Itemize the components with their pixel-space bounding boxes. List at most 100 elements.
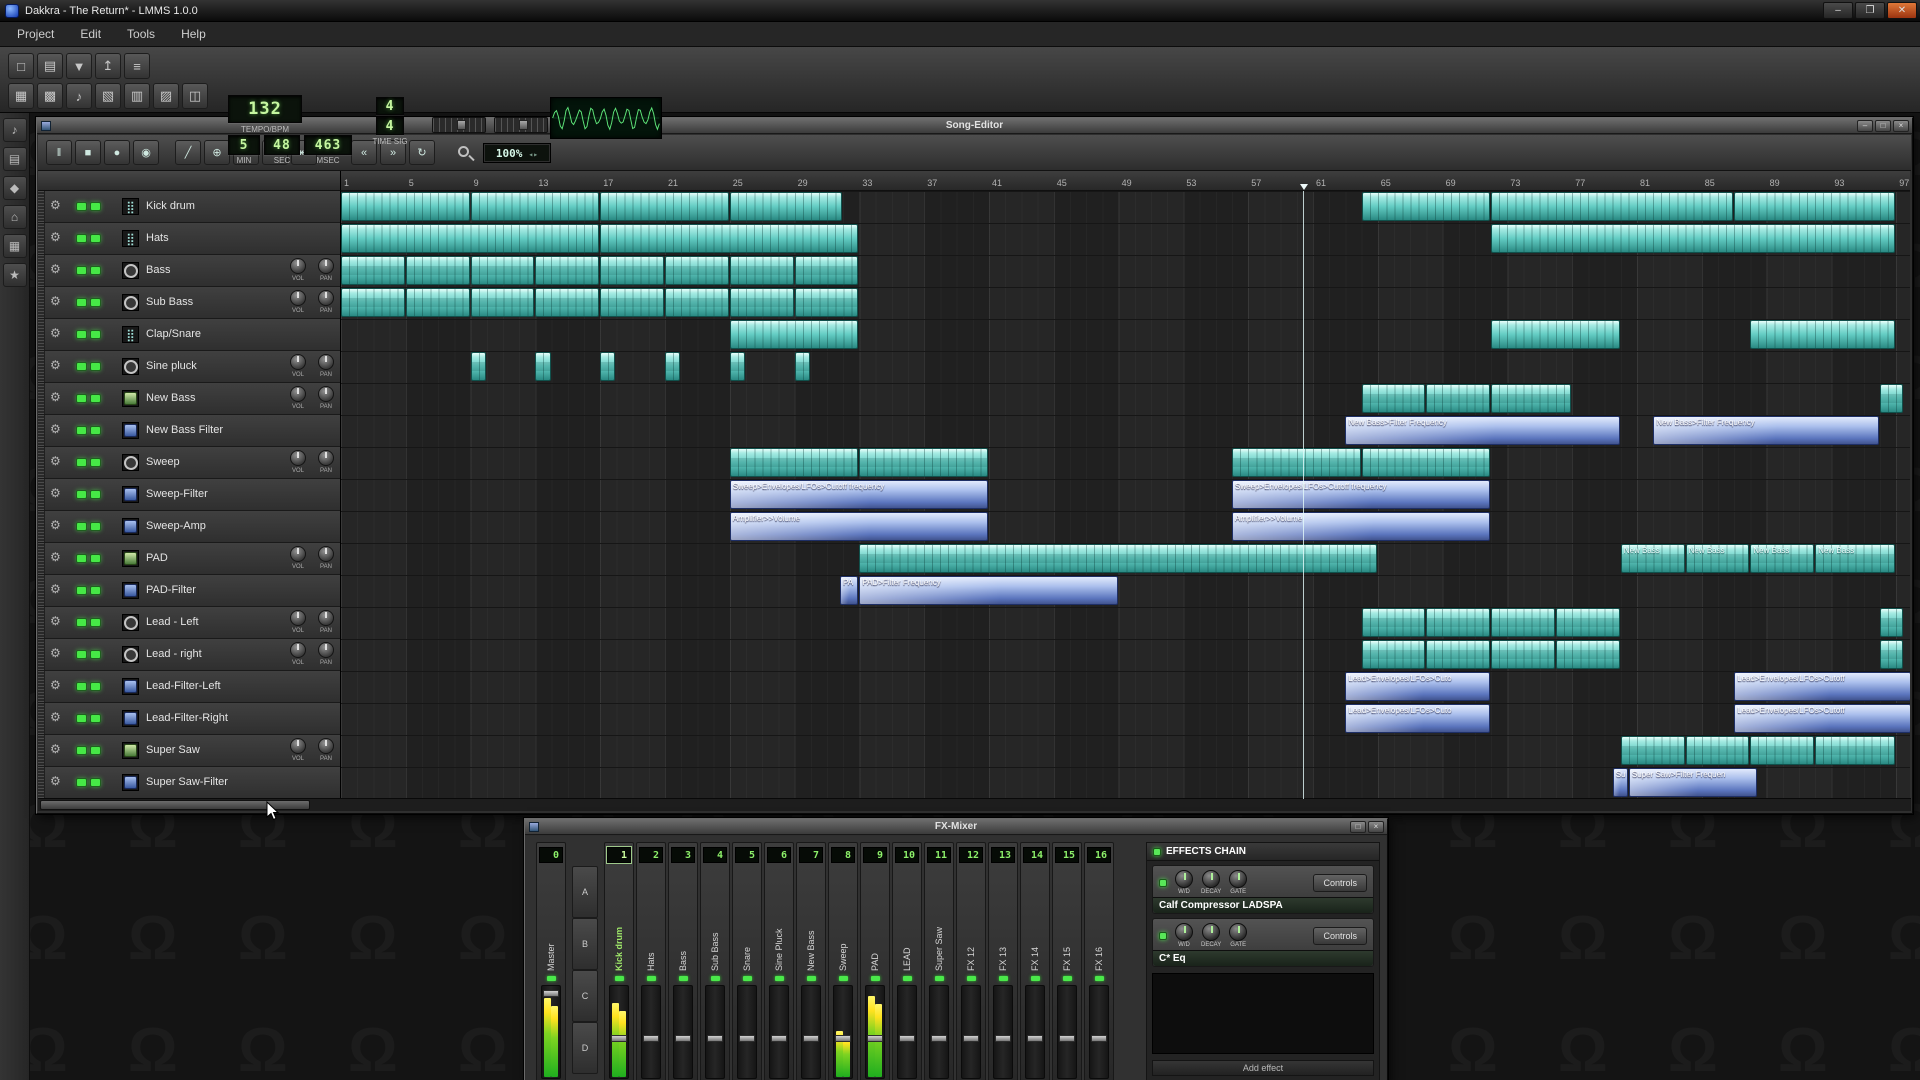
pattern[interactable] [535,288,600,317]
pattern[interactable] [1491,384,1572,413]
fx-mixer-titlebar[interactable]: FX-Mixer [525,819,1387,835]
channel-fader[interactable] [1057,985,1077,1079]
fader-handle[interactable] [803,1035,819,1043]
sidebar-presets-icon[interactable]: ◆ [2,176,27,200]
channel-fader[interactable] [929,985,949,1079]
track-grip[interactable] [38,287,45,318]
fx-mixer-button[interactable]: ▥ [124,83,150,109]
automation-pattern[interactable]: Super Saw>Filter Frequen [1628,768,1758,797]
pattern[interactable] [729,320,859,349]
record-button[interactable]: ● [104,140,130,165]
pattern[interactable] [405,256,470,285]
track-solo-led[interactable] [90,298,101,307]
controls-button[interactable]: Controls [1313,926,1367,945]
track-grip[interactable] [38,255,45,286]
track-row-bass[interactable]: ⚙ Bass VOL PAN [38,255,340,287]
master-pitch-slider[interactable] [494,117,548,133]
mixer-channel-9[interactable]: 9 PAD [860,842,890,1080]
effect-knob-gate[interactable]: GATE [1229,870,1248,895]
track-name[interactable]: Clap/Snare [146,328,201,340]
open-project-button[interactable]: ▤ [37,53,63,79]
track-row-lead-left[interactable]: ⚙ Lead - Left VOL PAN [38,607,340,639]
track-name[interactable]: Super Saw [146,744,200,756]
track-name[interactable]: Lead - right [146,648,202,660]
track-grip[interactable] [38,703,45,734]
pattern[interactable] [859,448,988,477]
automation-pattern[interactable]: New Bass>Filter Frequency [1653,416,1879,445]
automation-pattern[interactable]: Amplifier>>Volume [729,512,988,541]
track-settings-icon[interactable]: ⚙ [50,359,61,371]
track-row-lead-filter-left[interactable]: ⚙ Lead-Filter-Left [38,671,340,703]
track-grip[interactable] [38,735,45,766]
pattern[interactable] [341,256,405,285]
sidebar-samples-icon[interactable]: ▤ [2,147,27,171]
track-solo-led[interactable] [90,330,101,339]
pattern[interactable] [1361,384,1426,413]
track-row-super-saw[interactable]: ⚙ Super Saw VOL PAN [38,735,340,767]
edit-mode-button[interactable]: ⊕ [204,140,230,165]
mixer-channel-3[interactable]: 3 Bass [668,842,698,1080]
track-name[interactable]: Sweep [146,456,180,468]
pattern[interactable] [600,256,664,285]
channel-fader[interactable] [705,985,725,1079]
new-project-button[interactable]: □ [8,53,34,79]
pattern[interactable] [1880,640,1904,669]
zoom-level-select[interactable]: 100% [483,143,551,163]
bank-c[interactable]: C [572,970,598,1022]
playhead[interactable] [1303,191,1305,799]
track-settings-icon[interactable]: ⚙ [50,423,61,435]
track-settings-icon[interactable]: ⚙ [50,327,61,339]
pattern[interactable] [794,256,859,285]
track-mute-led[interactable] [76,618,87,627]
track-row-new-bass-filter[interactable]: ⚙ New Bass Filter [38,415,340,447]
channel-fader[interactable] [993,985,1013,1079]
track-solo-led[interactable] [90,394,101,403]
export-project-button[interactable]: ↥ [95,53,121,79]
track-settings-icon[interactable]: ⚙ [50,551,61,563]
track-grip[interactable] [38,543,45,574]
pattern[interactable] [1685,736,1750,765]
track-solo-led[interactable] [90,778,101,787]
track-row-kick-drum[interactable]: ⚙ Kick drum [38,191,340,223]
mixer-channel-7[interactable]: 7 New Bass [796,842,826,1080]
volume-knob[interactable] [290,738,306,754]
pattern[interactable] [794,352,810,381]
mixer-channel-1[interactable]: 1 Kick drum [604,842,634,1080]
knob[interactable] [1202,870,1221,888]
track-grip[interactable] [38,319,45,350]
track-grip[interactable] [38,639,45,670]
fader-handle[interactable] [899,1035,915,1043]
menu-tools[interactable]: Tools [114,23,168,45]
effect-enabled-led[interactable] [1159,931,1167,940]
track-solo-led[interactable] [90,362,101,371]
add-effect-button[interactable]: Add effect [1152,1060,1374,1076]
time-msec-display[interactable]: 463 [304,135,352,155]
pan-knob[interactable] [318,450,334,466]
pattern[interactable] [1491,224,1896,253]
mixer-channel-15[interactable]: 15 FX 15 [1052,842,1082,1080]
fx-mixer-maximize-button[interactable] [1350,820,1366,833]
time-sec-display[interactable]: 48 [264,135,300,155]
channel-fader[interactable] [641,985,661,1079]
pattern[interactable] [1734,192,1896,221]
fader-handle[interactable] [995,1035,1011,1043]
track-mute-led[interactable] [76,554,87,563]
track-settings-icon[interactable]: ⚙ [50,295,61,307]
song-editor-button[interactable]: ▦ [8,83,34,109]
pattern[interactable] [1491,640,1555,669]
pattern[interactable] [535,352,551,381]
track-mute-led[interactable] [76,330,87,339]
automation-pattern[interactable]: Lead>Envelopes/LFOs>Cuto [1345,704,1491,733]
track-settings-icon[interactable]: ⚙ [50,519,61,531]
pattern[interactable] [729,448,859,477]
track-settings-icon[interactable]: ⚙ [50,263,61,275]
sidebar-star-icon[interactable]: ★ [2,263,27,287]
track-row-sweep-filter[interactable]: ⚙ Sweep-Filter [38,479,340,511]
channel-fader[interactable] [673,985,693,1079]
menu-help[interactable]: Help [168,23,219,45]
pattern[interactable] [729,288,794,317]
track-mute-led[interactable] [76,522,87,531]
automation-pattern[interactable]: Sweep>Envelopes/LFOs>Cutoff frequency [1232,480,1491,509]
pattern[interactable] [1880,608,1904,637]
track-solo-led[interactable] [90,490,101,499]
